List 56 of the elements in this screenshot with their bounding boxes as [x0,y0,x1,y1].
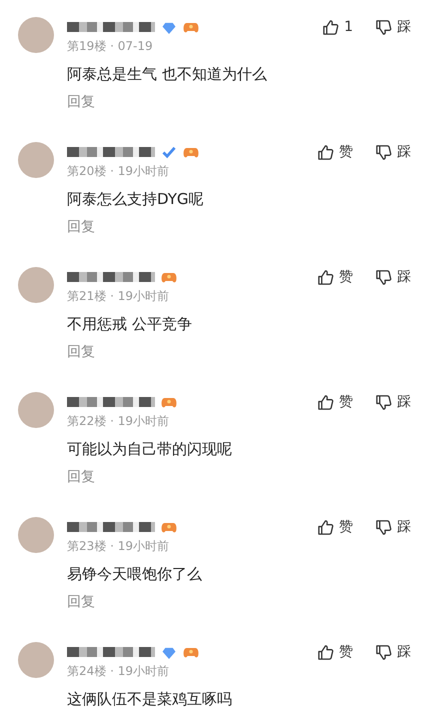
reply-link[interactable]: 回复 [67,343,95,361]
floor-and-time: 第22楼 · 19小时前 [67,413,169,430]
dislike-button[interactable]: 踩 [375,643,411,661]
gamepad-icon [183,20,199,34]
avatar[interactable] [18,642,54,678]
gamepad-icon [161,520,177,534]
gem-badge-icon [161,646,177,658]
avatar[interactable] [18,142,54,178]
thumbs-up-icon [317,518,334,536]
floor-and-time: 第23楼 · 19小时前 [67,538,169,555]
comment-text: 阿泰总是生气 也不知道为什么 [67,65,267,84]
gem-badge-icon [161,20,177,34]
floor-and-time: 第21楼 · 19小时前 [67,288,169,305]
like-button[interactable]: 赞 [317,268,353,286]
avatar[interactable] [18,17,54,53]
dislike-button[interactable]: 踩 [375,518,411,536]
check-badge-icon [161,146,177,158]
comment-text: 易铮今天喂饱你了么 [67,565,202,584]
like-button[interactable]: 赞 [317,518,353,536]
like-button[interactable]: 1 [322,18,353,36]
thumbs-up-icon [322,18,340,36]
dislike-button[interactable]: 踩 [375,393,411,411]
dislike-button[interactable]: 踩 [375,268,411,286]
dislike-button[interactable]: 踩 [375,143,411,161]
thumbs-down-icon [375,268,392,286]
gamepad-icon [183,146,199,158]
thumbs-up-icon [317,394,334,410]
floor-and-time: 第19楼 · 07-19 [67,38,153,55]
like-button[interactable]: 赞 [317,643,353,661]
thumbs-down-icon [375,644,392,660]
comment-text: 不用惩戒 公平竞争 [67,315,192,334]
thumbs-down-icon [375,144,392,160]
comment-text: 可能以为自己带的闪现呢 [67,440,232,459]
floor-and-time: 第24楼 · 19小时前 [67,663,169,680]
comment-text: 阿泰怎么支持DYG呢 [67,190,204,209]
dislike-button[interactable]: 踩 [375,18,411,36]
reply-link[interactable]: 回复 [67,468,95,486]
avatar[interactable] [18,267,54,303]
avatar[interactable] [18,392,54,428]
like-button[interactable]: 赞 [317,143,353,161]
thumbs-up-icon [317,268,334,286]
like-button[interactable]: 赞 [317,393,353,411]
avatar[interactable] [18,517,54,553]
thumbs-down-icon [375,518,392,536]
reply-link[interactable]: 回复 [67,218,95,236]
thumbs-down-icon [375,394,392,410]
thumbs-up-icon [317,144,334,160]
floor-and-time: 第20楼 · 19小时前 [67,163,169,180]
gamepad-icon [161,270,177,284]
reply-link[interactable]: 回复 [67,93,95,111]
reply-link[interactable]: 回复 [67,593,95,611]
gamepad-icon [161,396,177,408]
thumbs-down-icon [375,18,392,36]
thumbs-up-icon [317,644,334,660]
comment-text: 这俩队伍不是菜鸡互啄吗 [67,690,232,709]
gamepad-icon [183,646,199,658]
